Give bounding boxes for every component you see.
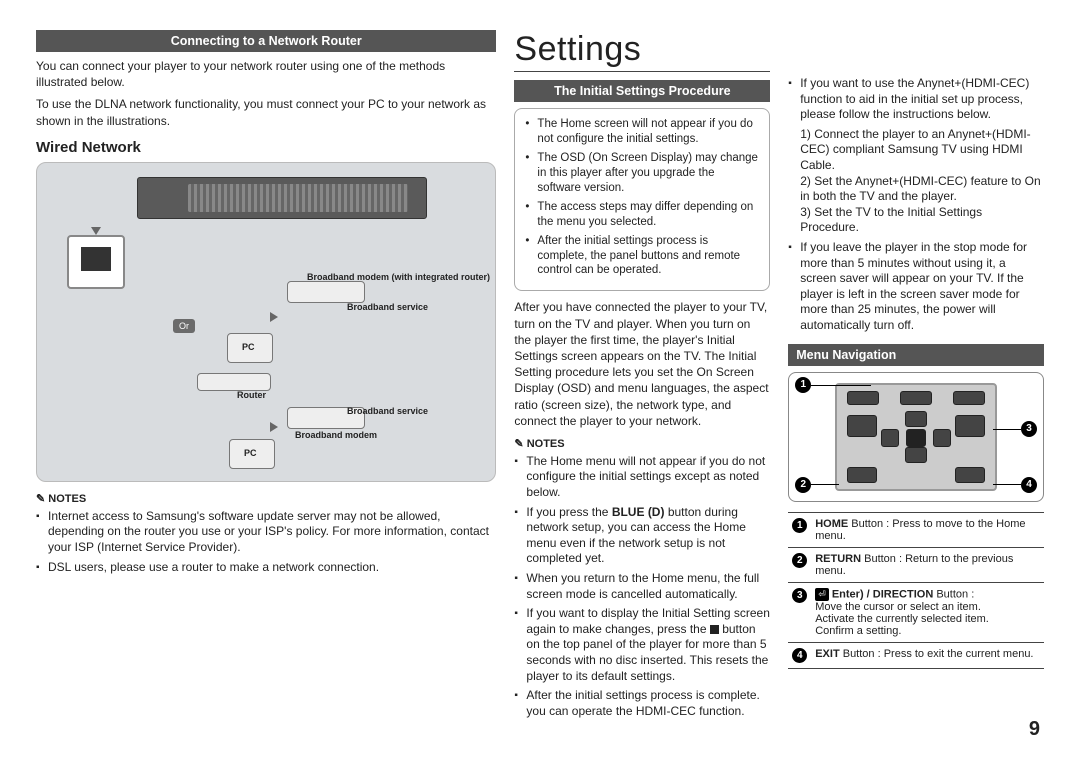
section-bar-menu-nav: Menu Navigation xyxy=(788,344,1044,366)
info-bullet: The access steps may differ depending on… xyxy=(525,200,759,230)
stop-icon xyxy=(710,625,719,634)
legend-row: 3 ⏎ Enter) / DIRECTION Button : Move the… xyxy=(788,582,1044,642)
label-broadband-modem-integrated: Broadband modem (with integrated router) xyxy=(307,273,490,283)
initial-settings-paragraph: After you have connected the player to y… xyxy=(514,299,770,429)
enter-icon: ⏎ xyxy=(815,588,829,601)
page-title-settings: Settings xyxy=(514,30,770,72)
note-item: After the initial settings process is co… xyxy=(514,688,770,719)
callout-4: 4 xyxy=(1021,477,1037,493)
legend-row: 4 EXIT Button : Press to exit the curren… xyxy=(788,642,1044,668)
note-item: Internet access to Samsung's software up… xyxy=(36,509,496,556)
anynet-bullet: If you want to use the Anynet+(HDMI-CEC)… xyxy=(788,76,1044,236)
note-item: When you return to the Home menu, the fu… xyxy=(514,571,770,602)
note-item: If you want to display the Initial Setti… xyxy=(514,606,770,684)
label-pc-2: PC xyxy=(244,449,257,459)
wired-network-diagram: Or Broadband modem (with integrated rout… xyxy=(36,162,496,482)
info-bullet: The OSD (On Screen Display) may change i… xyxy=(525,151,759,196)
wired-network-heading: Wired Network xyxy=(36,139,496,156)
anynet-list: If you want to use the Anynet+(HDMI-CEC)… xyxy=(788,76,1044,334)
anynet-step: 2) Set the Anynet+(HDMI-CEC) feature to … xyxy=(800,174,1044,205)
legend-row: 2 RETURN Button : Return to the previous… xyxy=(788,547,1044,582)
label-broadband-service-2: Broadband service xyxy=(347,407,428,417)
intro-text-1: You can connect your player to your netw… xyxy=(36,58,496,90)
legend-table: 1 HOME Button : Press to move to the Hom… xyxy=(788,512,1044,669)
label-router: Router xyxy=(237,391,266,401)
notes-list-mid: The Home menu will not appear if you do … xyxy=(514,454,770,720)
note-item: DSL users, please use a router to make a… xyxy=(36,560,496,576)
anynet-step: 3) Set the TV to the Initial Settings Pr… xyxy=(800,205,1044,236)
page-number: 9 xyxy=(1029,718,1040,741)
label-pc-1: PC xyxy=(242,343,255,353)
section-bar-initial-settings: The Initial Settings Procedure xyxy=(514,80,770,102)
notes-list-left: Internet access to Samsung's software up… xyxy=(36,509,496,575)
callout-3: 3 xyxy=(1021,421,1037,437)
info-bullet: After the initial settings process is co… xyxy=(525,234,759,279)
notes-heading-left: NOTES xyxy=(36,492,496,505)
notes-heading-mid: NOTES xyxy=(514,437,770,450)
info-bullet: The Home screen will not appear if you d… xyxy=(525,117,759,147)
legend-row: 1 HOME Button : Press to move to the Hom… xyxy=(788,512,1044,547)
note-item: The Home menu will not appear if you do … xyxy=(514,454,770,501)
initial-settings-infobox: The Home screen will not appear if you d… xyxy=(514,108,770,291)
anynet-bullet: If you leave the player in the stop mode… xyxy=(788,240,1044,334)
note-item: If you press the BLUE (D) button during … xyxy=(514,505,770,567)
intro-text-2: To use the DLNA network functionality, y… xyxy=(36,96,496,128)
callout-1: 1 xyxy=(795,377,811,393)
or-badge: Or xyxy=(173,319,195,333)
label-broadband-modem: Broadband modem xyxy=(295,431,377,441)
callout-2: 2 xyxy=(795,477,811,493)
anynet-step: 1) Connect the player to an Anynet+(HDMI… xyxy=(800,127,1044,174)
section-bar-connecting: Connecting to a Network Router xyxy=(36,30,496,52)
label-broadband-service-1: Broadband service xyxy=(347,303,428,313)
remote-diagram: 1 2 3 4 xyxy=(788,372,1044,502)
